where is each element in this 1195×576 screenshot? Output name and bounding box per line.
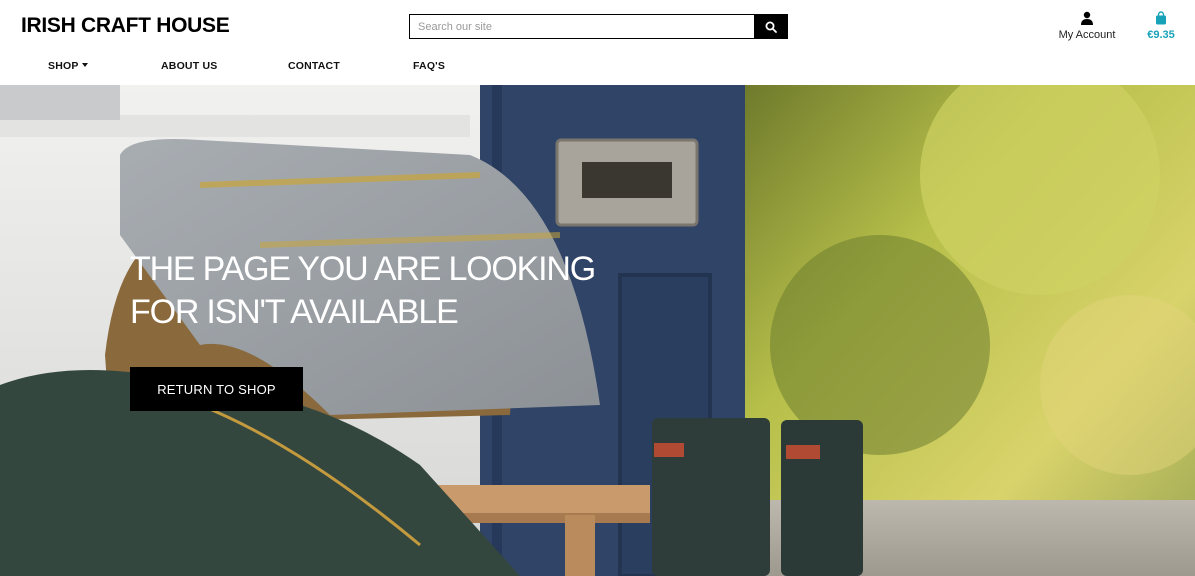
nav-item-contact[interactable]: CONTACT <box>288 60 340 72</box>
main-nav: SHOP ABOUT US CONTACT FAQ'S <box>0 60 600 76</box>
bag-total: €9.35 <box>1147 29 1175 41</box>
nav-item-shop[interactable]: SHOP <box>48 60 88 72</box>
return-to-shop-button[interactable]: RETURN TO SHOP <box>130 367 303 411</box>
search-input[interactable] <box>409 14 754 39</box>
user-icon <box>1052 11 1122 27</box>
caret-down-icon <box>81 63 88 68</box>
nav-item-about-us[interactable]: ABOUT US <box>161 60 217 72</box>
my-account-label: My Account <box>1058 29 1116 41</box>
site-logo[interactable]: IRISH CRAFT HOUSE <box>21 14 230 38</box>
site-header: IRISH CRAFT HOUSE My Account €9.35 <box>0 0 1195 85</box>
shopping-bag-icon <box>1141 11 1181 27</box>
nav-item-label: SHOP <box>48 60 79 72</box>
my-account-link[interactable]: My Account <box>1052 11 1122 41</box>
hero-title: THE PAGE YOU ARE LOOKING FOR ISN'T AVAIL… <box>130 250 596 331</box>
search-button[interactable] <box>754 14 788 39</box>
search-form <box>409 14 788 39</box>
shopping-bag-link[interactable]: €9.35 <box>1141 11 1181 41</box>
nav-item-faqs[interactable]: FAQ'S <box>413 60 445 72</box>
hero-banner: THE PAGE YOU ARE LOOKING FOR ISN'T AVAIL… <box>0 85 1195 576</box>
search-icon <box>765 21 777 33</box>
